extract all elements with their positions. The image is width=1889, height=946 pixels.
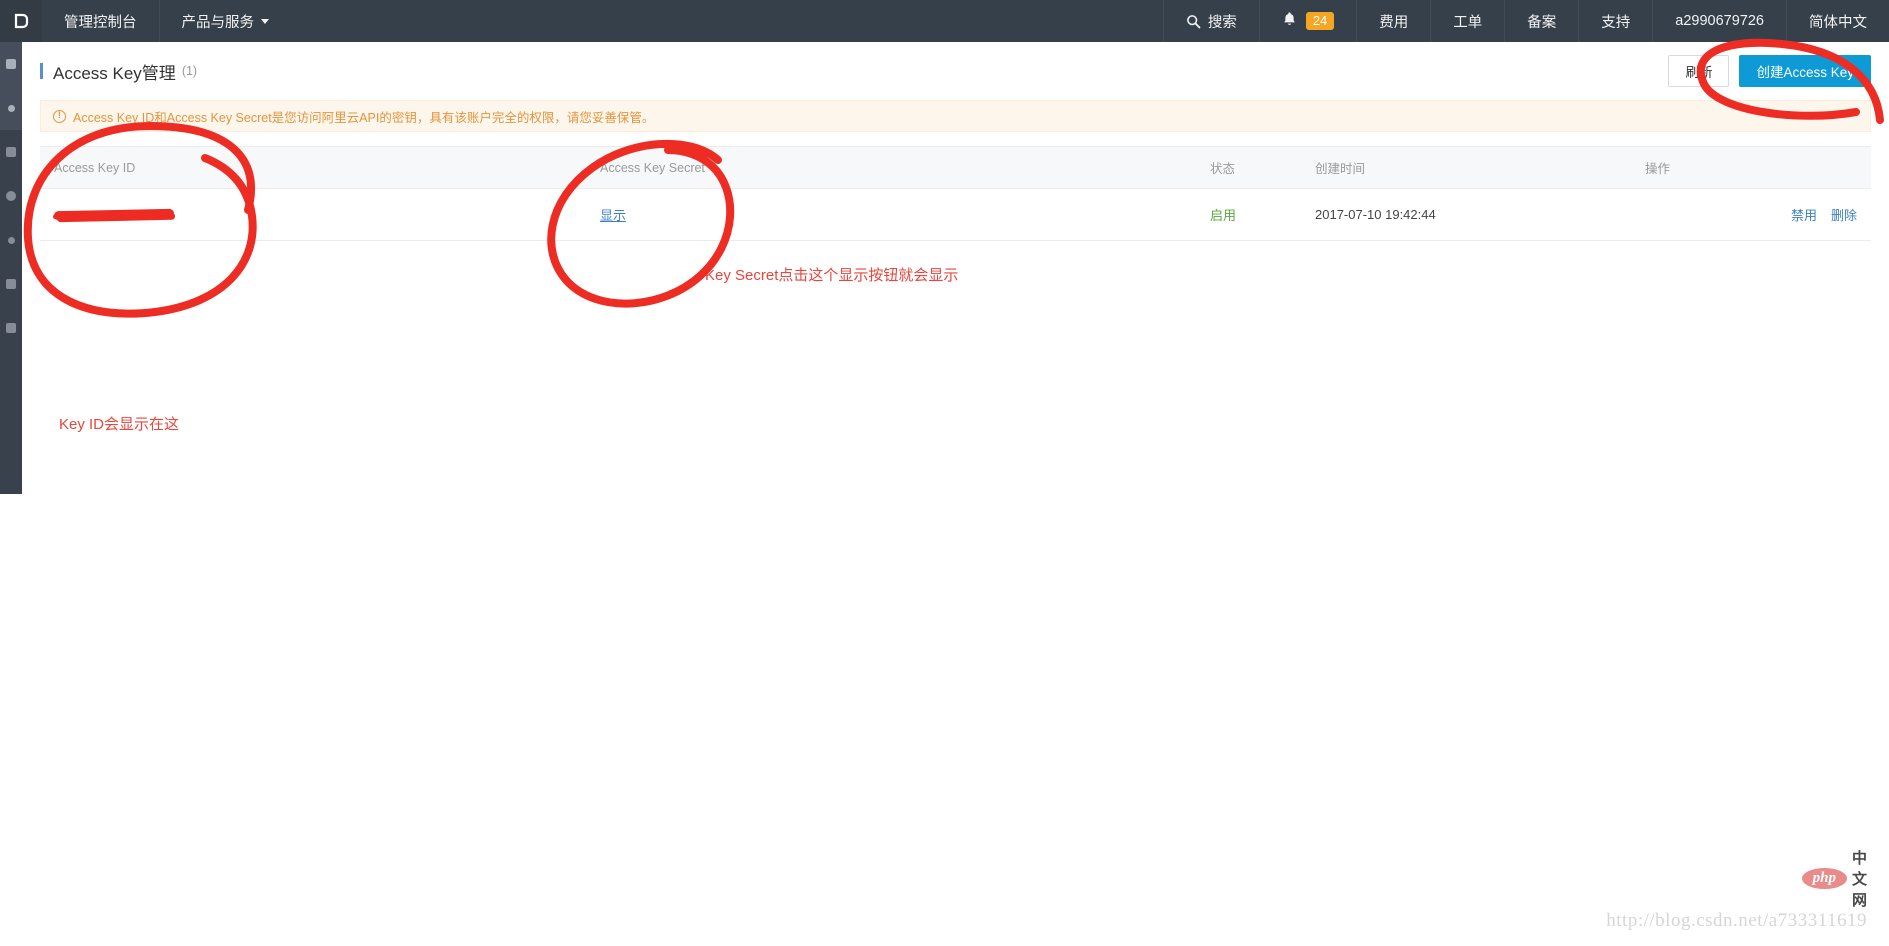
nav-account[interactable]: a2990679726 bbox=[1652, 0, 1786, 42]
dot-icon[interactable] bbox=[0, 218, 22, 262]
table-row: 显示 启用 2017-07-10 19:42:44 禁用 删除 bbox=[40, 188, 1871, 241]
page-content: Access Key管理 (1) 刷新 创建Access Key ! Acces… bbox=[22, 42, 1889, 946]
search-icon bbox=[1186, 14, 1201, 29]
nav-products-services-label: 产品与服务 bbox=[181, 14, 255, 31]
annotation-keyid-note: Key ID会显示在这 bbox=[59, 416, 180, 433]
security-warning-banner: ! Access Key ID和Access Key Secret是您访问阿里云… bbox=[40, 100, 1871, 132]
notification-count-badge: 24 bbox=[1305, 11, 1335, 31]
cell-access-key-id bbox=[40, 188, 600, 241]
cell-created-time: 2017-07-10 19:42:44 bbox=[1315, 188, 1645, 241]
nav-language[interactable]: 简体中文 bbox=[1786, 0, 1889, 42]
bell-icon bbox=[1282, 11, 1297, 31]
chevron-down-icon bbox=[261, 18, 269, 24]
nav-console-label: 管理控制台 bbox=[64, 14, 137, 31]
nav-icp-label: 备案 bbox=[1527, 14, 1557, 31]
watermark-url: http://blog.csdn.net/a733311619 bbox=[1606, 910, 1867, 931]
th-created-time: 创建时间 bbox=[1315, 146, 1645, 189]
nav-billing[interactable]: 费用 bbox=[1356, 0, 1430, 42]
top-navigation-bar: 管理控制台 产品与服务 搜索 24 费用 工单 备案 支持 a299067972… bbox=[0, 0, 1889, 42]
header-actions: 刷新 创建Access Key bbox=[1668, 55, 1871, 87]
nav-search[interactable]: 搜索 bbox=[1162, 0, 1259, 42]
pin-icon[interactable] bbox=[0, 86, 22, 130]
table-head: Access Key ID Access Key Secret 状态 创建时间 … bbox=[40, 146, 1871, 189]
layers-icon[interactable] bbox=[0, 262, 22, 306]
th-status: 状态 bbox=[1210, 146, 1315, 189]
warning-circle-icon: ! bbox=[53, 109, 66, 123]
menu-icon[interactable] bbox=[0, 42, 22, 86]
nav-billing-label: 费用 bbox=[1379, 14, 1409, 31]
page-title-count: (1) bbox=[181, 64, 198, 78]
watermark-site-name: 中文网 bbox=[1851, 850, 1867, 909]
nav-support-label: 支持 bbox=[1601, 14, 1631, 31]
access-key-table-wrapper: Access Key ID Access Key Secret 状态 创建时间 … bbox=[40, 146, 1871, 241]
nav-support[interactable]: 支持 bbox=[1578, 0, 1652, 42]
nav-products-services[interactable]: 产品与服务 bbox=[158, 0, 292, 42]
create-access-key-button[interactable]: 创建Access Key bbox=[1739, 55, 1871, 87]
table-body: 显示 启用 2017-07-10 19:42:44 禁用 删除 bbox=[40, 188, 1871, 241]
status-badge: 启用 bbox=[1210, 208, 1237, 223]
watermark-logo: php 中文网 bbox=[1801, 847, 1867, 910]
cell-status: 启用 bbox=[1210, 188, 1315, 241]
page-header: Access Key管理 (1) 刷新 创建Access Key bbox=[22, 42, 1889, 100]
server-icon[interactable] bbox=[0, 306, 22, 350]
th-access-key-id: Access Key ID bbox=[40, 146, 600, 189]
grid-icon[interactable] bbox=[0, 130, 22, 174]
th-actions: 操作 bbox=[1645, 146, 1871, 189]
disable-key-link[interactable]: 禁用 bbox=[1791, 205, 1817, 224]
refresh-button-label: 刷新 bbox=[1685, 65, 1713, 80]
annotation-secret-note: Key Secret点击这个显示按钮就会显示 bbox=[705, 267, 959, 284]
cloud-logo-icon[interactable] bbox=[0, 0, 42, 42]
cell-access-key-secret: 显示 bbox=[600, 188, 1210, 241]
create-access-key-label: 创建Access Key bbox=[1756, 65, 1854, 80]
show-secret-link[interactable]: 显示 bbox=[600, 208, 626, 223]
nav-language-label: 简体中文 bbox=[1809, 14, 1867, 31]
delete-key-link[interactable]: 删除 bbox=[1831, 205, 1857, 224]
nav-tickets-label: 工单 bbox=[1453, 14, 1483, 31]
nav-account-label: a2990679726 bbox=[1675, 13, 1764, 29]
nav-tickets[interactable]: 工单 bbox=[1430, 0, 1504, 42]
nav-notifications[interactable]: 24 bbox=[1258, 0, 1356, 42]
nav-icp[interactable]: 备案 bbox=[1504, 0, 1578, 42]
redacted-access-key-id bbox=[53, 208, 175, 221]
table-header-row: Access Key ID Access Key Secret 状态 创建时间 … bbox=[40, 146, 1871, 189]
th-access-key-secret: Access Key Secret bbox=[600, 146, 1210, 189]
cell-actions: 禁用 删除 bbox=[1645, 188, 1871, 241]
php-logo-icon: php bbox=[1801, 868, 1847, 889]
nav-left-group: 管理控制台 产品与服务 bbox=[0, 0, 291, 42]
refresh-button[interactable]: 刷新 bbox=[1668, 55, 1730, 87]
security-warning-text: Access Key ID和Access Key Secret是您访问阿里云AP… bbox=[73, 110, 655, 125]
cloud-icon[interactable] bbox=[0, 174, 22, 218]
page-root: 管理控制台 产品与服务 搜索 24 费用 工单 备案 支持 a299067972… bbox=[0, 0, 1889, 946]
page-title: Access Key管理 bbox=[53, 63, 176, 83]
left-icon-rail bbox=[0, 42, 22, 494]
title-accent-bar bbox=[40, 63, 43, 79]
nav-console[interactable]: 管理控制台 bbox=[42, 0, 159, 42]
nav-search-label: 搜索 bbox=[1207, 14, 1237, 31]
nav-right-group: 搜索 24 费用 工单 备案 支持 a2990679726 简体中文 bbox=[1162, 0, 1889, 42]
access-key-table: Access Key ID Access Key Secret 状态 创建时间 … bbox=[40, 146, 1871, 241]
